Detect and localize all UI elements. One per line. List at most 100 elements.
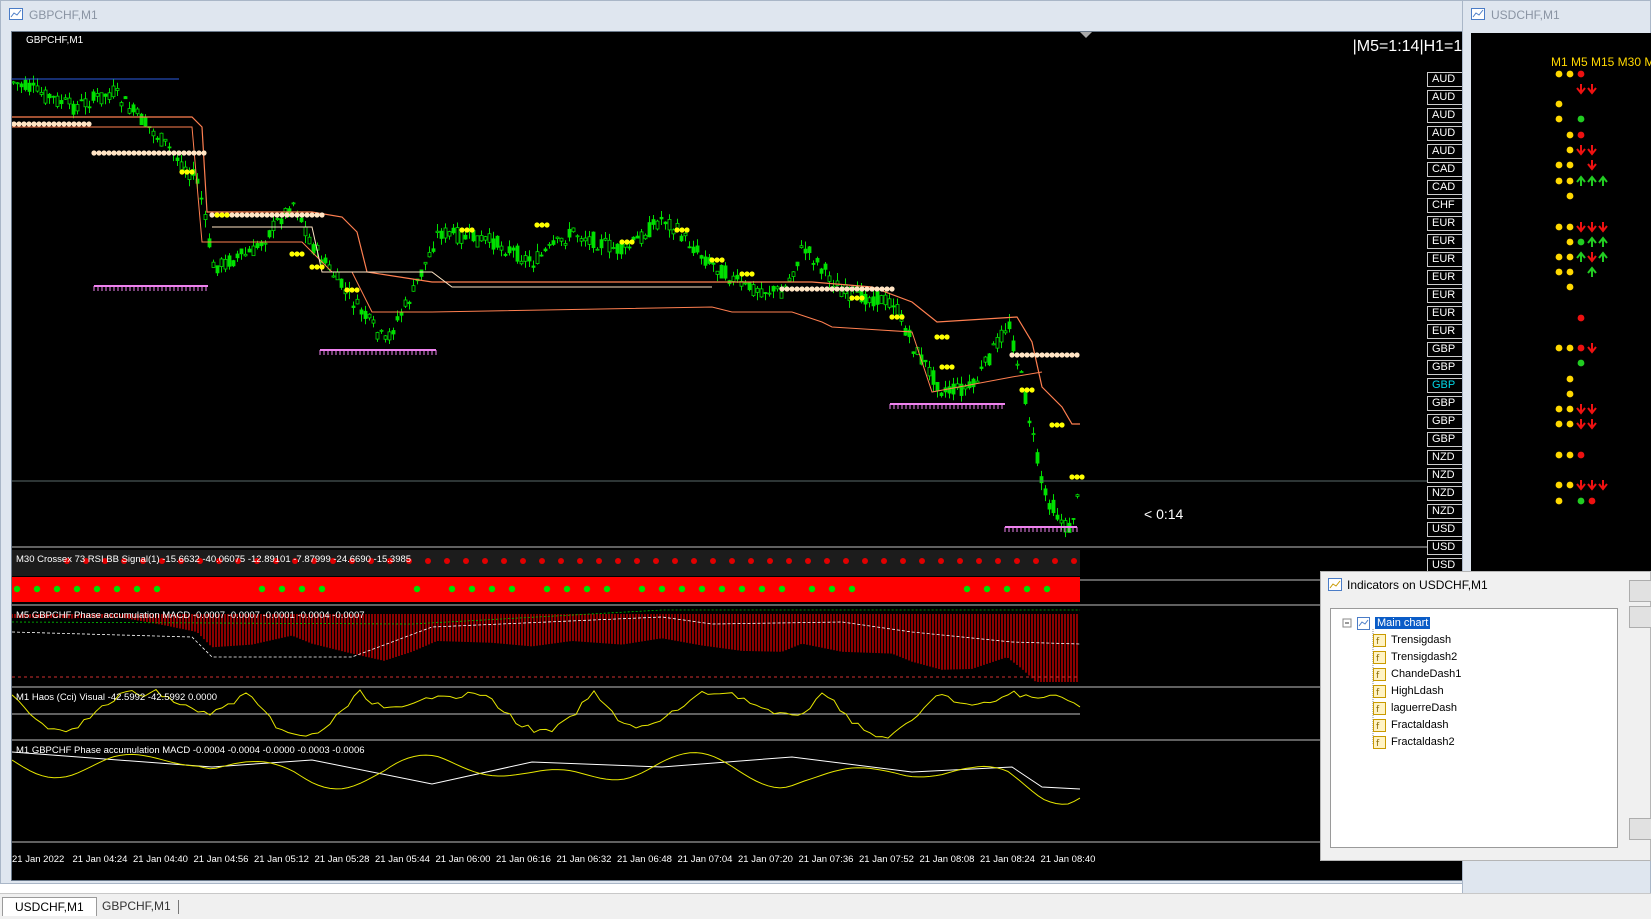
pair-button[interactable]: EUR: [1427, 234, 1467, 249]
candle-body: [103, 93, 108, 97]
candle-body: [731, 275, 736, 282]
pair-button[interactable]: GBP: [1427, 414, 1467, 429]
tab-usdchf[interactable]: USDCHF,M1: [2, 897, 97, 916]
candle-body: [23, 79, 28, 90]
candle-body: [567, 228, 572, 238]
pair-button[interactable]: NZD: [1427, 450, 1467, 465]
dialog-button-1[interactable]: [1629, 580, 1651, 602]
signal-dot: [1555, 344, 1563, 352]
rsi-signal-dot: [653, 558, 659, 564]
tree-node-indicator[interactable]: f laguerreDash: [1373, 700, 1457, 716]
candle-body: [1035, 452, 1040, 464]
candle-body: [407, 301, 412, 305]
trend-dot: [1059, 352, 1065, 358]
signal-dot: [469, 227, 475, 233]
signal-dot: [1555, 161, 1563, 169]
m5-macd-label: M5 GBPCHF Phase accumulation MACD -0.000…: [16, 610, 365, 621]
trend-green-dot: [1023, 585, 1031, 593]
pair-button[interactable]: AUD: [1427, 90, 1467, 105]
pair-button[interactable]: NZD: [1427, 504, 1467, 519]
pair-button[interactable]: EUR: [1427, 288, 1467, 303]
candle-body: [491, 238, 496, 250]
candle-body: [47, 93, 52, 99]
candle-body: [699, 255, 704, 259]
candle-body: [31, 82, 36, 86]
pair-button[interactable]: AUD: [1427, 108, 1467, 123]
haos-cci-label: M1 Haos (Cci) Visual -42.5992 -42.5992 0…: [16, 692, 218, 703]
rsi-signal-dot: [1033, 558, 1039, 564]
candle-body: [619, 242, 624, 255]
pair-button[interactable]: CAD: [1427, 162, 1467, 177]
signal-dot: [189, 169, 195, 175]
tree-node-indicator[interactable]: f Fractaldash: [1373, 717, 1448, 733]
signal-dot: [1577, 131, 1585, 139]
pair-button[interactable]: AUD: [1427, 72, 1467, 87]
candle-body: [495, 235, 500, 248]
pair-button[interactable]: NZD: [1427, 486, 1467, 501]
candle-body: [863, 293, 868, 305]
dialog-button-3[interactable]: [1629, 818, 1651, 840]
candle-body: [79, 99, 84, 102]
pair-button[interactable]: EUR: [1427, 324, 1467, 339]
signal-dot: [1079, 474, 1085, 480]
candle-body: [667, 219, 672, 231]
candle-body: [391, 330, 396, 335]
trend-green-dot: [113, 585, 121, 593]
candle-body: [747, 281, 752, 291]
candle-body: [243, 253, 248, 257]
gbpchf-chart[interactable]: GBPCHF,M1 |M5=1:14|H1=11:14|H4=19 AUD AUD…: [11, 31, 1545, 881]
pair-button[interactable]: EUR: [1427, 252, 1467, 267]
trend-dot: [1029, 352, 1035, 358]
signal-dot: [859, 295, 865, 301]
candle-body: [219, 258, 224, 267]
trend-dot: [849, 286, 855, 292]
trend-green-dot: [738, 585, 746, 593]
pair-button[interactable]: EUR: [1427, 270, 1467, 285]
rsi-signal-dot: [634, 558, 640, 564]
candle-body: [439, 230, 444, 239]
tree-node-indicator[interactable]: f Fractaldash2: [1373, 734, 1455, 750]
signal-dot: [214, 212, 220, 218]
down-arrow-icon: [1598, 480, 1608, 491]
pair-button[interactable]: NZD: [1427, 468, 1467, 483]
rsi-signal-dot: [824, 558, 830, 564]
gbpchf-titlebar[interactable]: GBPCHF,M1: [1, 1, 1547, 28]
dialog-button-2[interactable]: [1629, 606, 1651, 628]
candle-body: [451, 227, 456, 234]
down-arrow-icon: [1576, 404, 1586, 415]
pair-button[interactable]: GBP: [1427, 342, 1467, 357]
candle-body: [335, 271, 340, 281]
candle-body: [627, 246, 632, 249]
pair-button[interactable]: EUR: [1427, 306, 1467, 321]
candle-body: [431, 248, 436, 252]
tree-node-indicator[interactable]: f ChandeDash1: [1373, 666, 1461, 682]
pair-button[interactable]: GBP: [1427, 360, 1467, 375]
pair-button[interactable]: GBP: [1427, 378, 1467, 393]
tab-gbpchf[interactable]: GBPCHF,M1: [90, 897, 183, 915]
tree-node-indicator[interactable]: f HighLdash: [1373, 683, 1444, 699]
trend-dot: [1069, 352, 1075, 358]
candle-body: [423, 261, 428, 265]
tree-node-indicator[interactable]: f Trensigdash2: [1373, 649, 1457, 665]
pair-button[interactable]: AUD: [1427, 126, 1467, 141]
pair-button[interactable]: USD: [1427, 522, 1467, 537]
signal-dot: [1566, 420, 1574, 428]
pair-button[interactable]: EUR: [1427, 216, 1467, 231]
candle-body: [559, 237, 564, 242]
pair-button[interactable]: GBP: [1427, 432, 1467, 447]
indicator-icon: f: [1373, 701, 1386, 715]
tree-node-main-chart[interactable]: Main chart: [1357, 615, 1431, 631]
pair-button[interactable]: CAD: [1427, 180, 1467, 195]
pair-button[interactable]: AUD: [1427, 144, 1467, 159]
pair-button[interactable]: CHF: [1427, 198, 1467, 213]
rsi-signal-dot: [862, 558, 868, 564]
tree-node-indicator[interactable]: f Trensigdash: [1373, 632, 1451, 648]
candle-body: [687, 246, 692, 249]
candle-body: [215, 265, 220, 274]
candle-body: [1031, 433, 1036, 436]
pair-button[interactable]: GBP: [1427, 396, 1467, 411]
signal-dot: [944, 334, 950, 340]
usdchf-titlebar[interactable]: USDCHF,M1: [1463, 1, 1650, 28]
time-axis-label: 21 Jan 07:04: [677, 854, 733, 865]
pair-button[interactable]: USD: [1427, 540, 1467, 555]
